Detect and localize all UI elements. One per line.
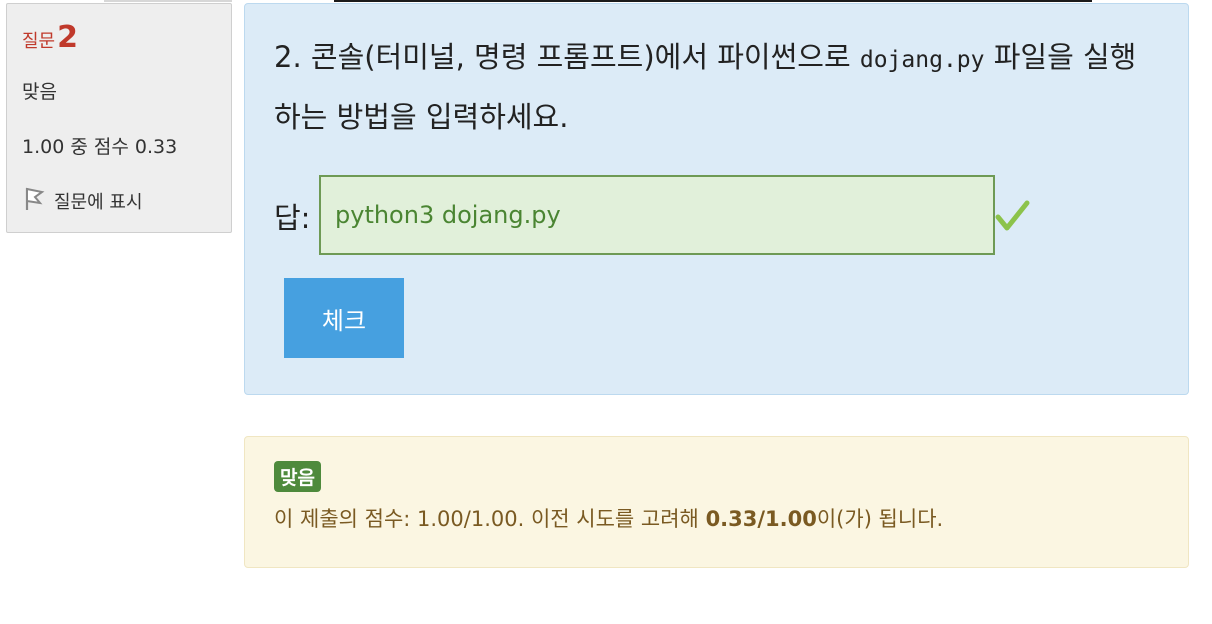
feedback-panel: 맞음 이 제출의 점수: 1.00/1.00. 이전 시도를 고려해 0.33/… bbox=[244, 436, 1189, 568]
question-number: 질문2 bbox=[22, 20, 78, 55]
top-strip-segment bbox=[104, 0, 232, 2]
top-strip-segment bbox=[334, 0, 1092, 2]
question-text: 2. 콘솔(터미널, 명령 프롬프트)에서 파이썬으로 dojang.py 파일… bbox=[274, 29, 1144, 146]
answer-label: 답: bbox=[274, 201, 311, 235]
answer-input[interactable] bbox=[319, 175, 995, 255]
grading-details: 이 제출의 점수: 1.00/1.00. 이전 시도를 고려해 0.33/1.0… bbox=[274, 503, 943, 533]
question-code: dojang.py bbox=[859, 47, 985, 73]
question-text-before: 2. 콘솔(터미널, 명령 프롬프트)에서 파이썬으로 bbox=[274, 40, 860, 74]
question-grade: 1.00 중 점수 0.33 bbox=[22, 136, 178, 158]
flag-icon bbox=[22, 184, 46, 217]
flag-label: 질문에 표시 bbox=[54, 191, 143, 213]
grading-score: 0.33/1.00 bbox=[705, 507, 817, 531]
question-formulation: 2. 콘솔(터미널, 명령 프롬프트)에서 파이썬으로 dojang.py 파일… bbox=[244, 3, 1189, 395]
question-label: 질문 bbox=[22, 31, 56, 52]
checkmark-icon bbox=[994, 198, 1030, 234]
question-info-panel: 질문2 맞음 1.00 중 점수 0.33 질문에 표시 bbox=[6, 3, 232, 233]
question-state: 맞음 bbox=[22, 81, 57, 103]
check-button[interactable]: 체크 bbox=[284, 278, 404, 358]
correct-badge: 맞음 bbox=[274, 461, 321, 492]
grading-suffix: 이(가) 됩니다. bbox=[816, 507, 944, 531]
flag-question-toggle[interactable]: 질문에 표시 bbox=[22, 184, 143, 217]
question-number-value: 2 bbox=[57, 20, 78, 55]
grading-prefix: 이 제출의 점수: 1.00/1.00. 이전 시도를 고려해 bbox=[274, 507, 706, 531]
